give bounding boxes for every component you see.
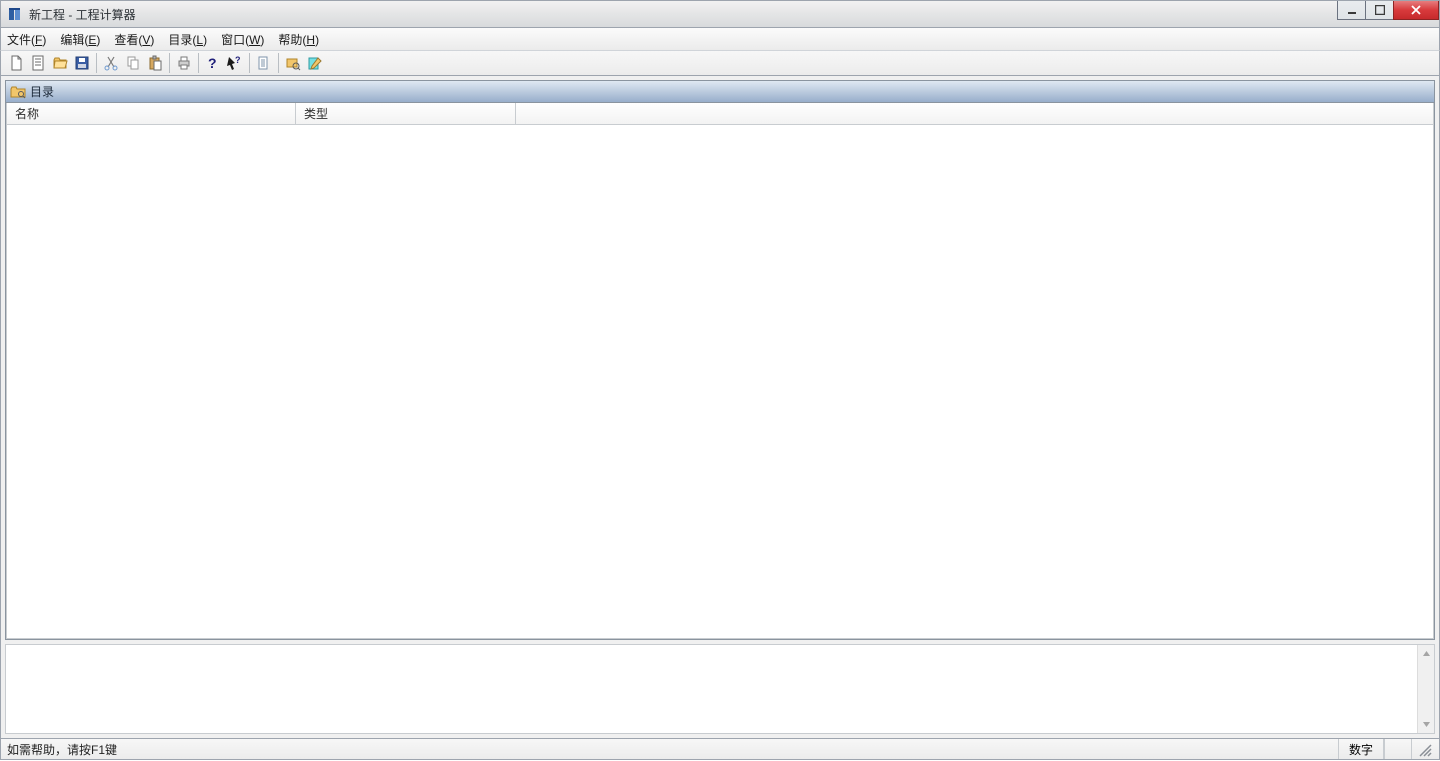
catalog-panel-header: 目录 <box>6 81 1434 103</box>
folder-search-icon <box>10 84 26 100</box>
new-sheet-button[interactable] <box>27 52 49 74</box>
caption-buttons <box>1337 1 1439 20</box>
cut-button[interactable] <box>100 52 122 74</box>
output-panel[interactable] <box>5 644 1435 734</box>
table-body[interactable] <box>6 125 1434 639</box>
menu-bar: 文件(F) 编辑(E) 查看(V) 目录(L) 窗口(W) 帮助(H) <box>0 28 1440 50</box>
status-bar: 如需帮助，请按F1键 数字 <box>0 738 1440 760</box>
print-button[interactable] <box>173 52 195 74</box>
menu-edit[interactable]: 编辑(E) <box>60 31 100 48</box>
menu-window[interactable]: 窗口(W) <box>221 31 264 48</box>
copy-button[interactable] <box>122 52 144 74</box>
resize-grip-icon[interactable] <box>1416 741 1433 758</box>
menu-file[interactable]: 文件(F) <box>7 31 46 48</box>
minimize-button[interactable] <box>1337 1 1365 20</box>
toolbar-separator <box>169 53 170 73</box>
toolbar-separator <box>96 53 97 73</box>
column-header-type[interactable]: 类型 <box>296 103 516 125</box>
app-icon <box>7 6 23 22</box>
window-title: 新工程 - 工程计算器 <box>29 6 136 23</box>
toolbar-separator <box>198 53 199 73</box>
paste-button[interactable] <box>144 52 166 74</box>
column-header-name[interactable]: 名称 <box>6 103 296 125</box>
vertical-scrollbar[interactable] <box>1417 645 1434 733</box>
svg-text:?: ? <box>235 55 241 65</box>
column-header-blank[interactable] <box>516 103 1434 125</box>
help-about-button[interactable]: ? <box>202 52 224 74</box>
svg-text:?: ? <box>208 55 217 71</box>
status-numlock: 数字 <box>1338 739 1384 759</box>
toolbar-separator <box>278 53 279 73</box>
find-button[interactable] <box>282 52 304 74</box>
menu-view[interactable]: 查看(V) <box>114 31 154 48</box>
menu-help[interactable]: 帮助(H) <box>278 31 319 48</box>
toolbar: ? ? <box>0 50 1440 76</box>
new-file-button[interactable] <box>5 52 27 74</box>
status-message: 如需帮助，请按F1键 <box>7 741 1338 758</box>
toolbar-separator <box>249 53 250 73</box>
scroll-up-icon[interactable] <box>1418 645 1434 662</box>
save-button[interactable] <box>71 52 93 74</box>
status-blank-cell <box>1384 739 1412 759</box>
open-button[interactable] <box>49 52 71 74</box>
annotate-button[interactable] <box>304 52 326 74</box>
maximize-button[interactable] <box>1365 1 1393 20</box>
title-bar: 新工程 - 工程计算器 <box>0 0 1440 28</box>
catalog-panel-title: 目录 <box>30 83 54 100</box>
scroll-down-icon[interactable] <box>1418 716 1434 733</box>
menu-catalog[interactable]: 目录(L) <box>168 31 207 48</box>
close-button[interactable] <box>1393 1 1439 20</box>
document-action-button[interactable] <box>253 52 275 74</box>
context-help-button[interactable]: ? <box>224 52 246 74</box>
client-area: 目录 名称 类型 <box>0 76 1440 738</box>
table-header: 名称 类型 <box>6 103 1434 125</box>
catalog-panel: 目录 名称 类型 <box>5 80 1435 640</box>
scroll-track[interactable] <box>1418 662 1434 716</box>
